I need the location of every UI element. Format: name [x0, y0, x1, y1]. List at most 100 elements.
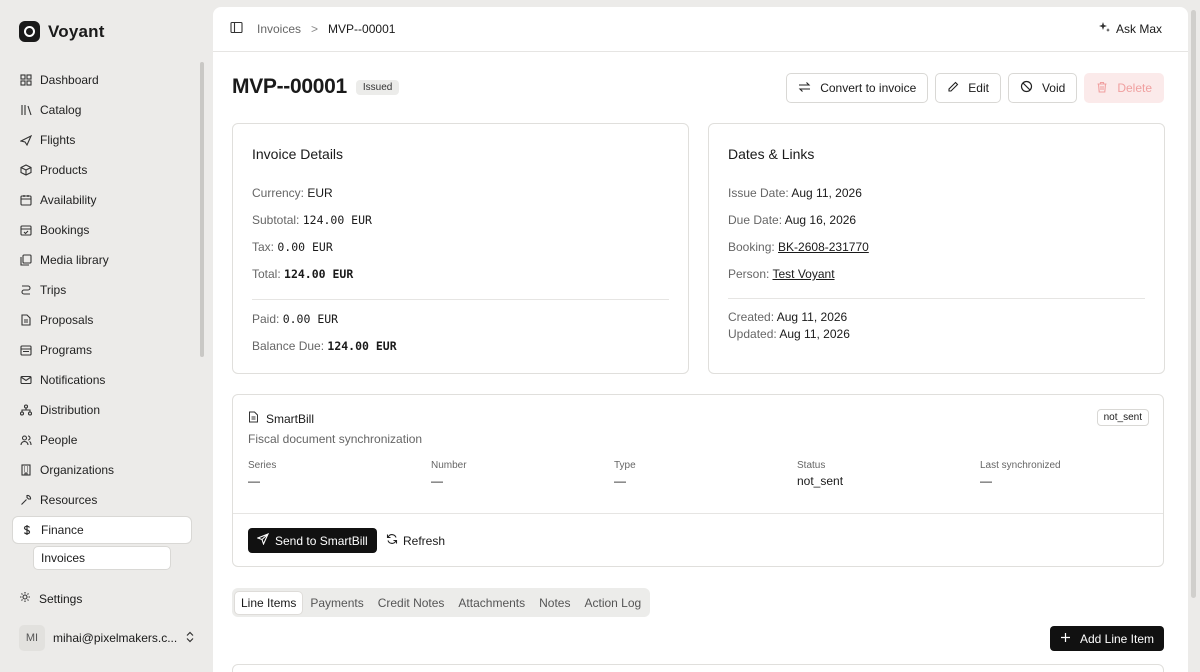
route-icon — [19, 284, 32, 297]
sidebar-item-flights[interactable]: Flights — [12, 125, 192, 155]
sidebar-item-settings[interactable]: Settings — [19, 591, 82, 606]
last-synchronized-label: Last synchronized — [980, 460, 1061, 471]
tab-action-log[interactable]: Action Log — [578, 592, 647, 614]
sidebar-item-people[interactable]: People — [12, 425, 192, 455]
users-icon — [19, 434, 32, 447]
sidebar-item-label: Finance — [41, 523, 84, 537]
brand[interactable]: Voyant — [19, 21, 105, 42]
divider — [233, 513, 1163, 514]
sidebar-item-distribution[interactable]: Distribution — [12, 395, 192, 425]
tab-payments[interactable]: Payments — [304, 592, 369, 614]
account-switcher[interactable]: MI mihai@pixelmakers.c... — [19, 625, 195, 651]
sidebar-item-label: Flights — [40, 133, 76, 147]
person-link[interactable]: Test Voyant — [772, 267, 834, 281]
void-button[interactable]: Void — [1007, 73, 1078, 103]
document-icon — [248, 411, 259, 426]
series-field: Series — — [248, 460, 276, 488]
sidebar-item-label: Trips — [40, 283, 67, 297]
refresh-label: Refresh — [403, 533, 446, 548]
breadcrumb: Invoices > MVP--00001 — [257, 22, 395, 36]
page-scrollbar[interactable] — [1191, 10, 1196, 598]
breadcrumb-invoices[interactable]: Invoices — [257, 22, 301, 36]
created-label: Created: — [728, 310, 775, 324]
delete-label: Delete — [1117, 81, 1152, 95]
status-badge: Issued — [355, 79, 400, 95]
sidebar-subitem-invoices[interactable]: Invoices — [33, 546, 171, 570]
building-icon — [19, 464, 32, 477]
avatar: MI — [19, 625, 45, 651]
updated-row: Updated: Aug 11, 2026 — [728, 327, 850, 341]
divider — [728, 298, 1145, 299]
balance-value: 124.00 EUR — [327, 339, 397, 353]
tab-notes[interactable]: Notes — [533, 592, 576, 614]
ask-max-label: Ask Max — [1115, 22, 1162, 36]
sidebar-item-label: Proposals — [40, 313, 94, 327]
sidebar-item-products[interactable]: Products — [12, 155, 192, 185]
gear-icon — [19, 591, 31, 606]
chevron-up-down-icon — [185, 631, 195, 646]
booking-link[interactable]: BK-2608-231770 — [778, 240, 869, 254]
convert-label: Convert to invoice — [820, 81, 917, 95]
mail-icon — [19, 374, 32, 387]
smartbill-title-text: SmartBill — [266, 411, 315, 426]
calendar-grid-icon — [19, 194, 32, 207]
smartbill-status-badge: not_sent — [1096, 409, 1149, 426]
tab-attachments[interactable]: Attachments — [452, 592, 531, 614]
due-date-row: Due Date: Aug 16, 2026 — [728, 213, 856, 227]
sidebar-toggle-icon[interactable] — [230, 21, 243, 37]
delete-button[interactable]: Delete — [1084, 73, 1164, 103]
type-field: Type — — [614, 460, 636, 488]
page-title: MVP--00001 — [232, 75, 347, 98]
series-value: — — [248, 474, 260, 488]
sidebar-item-finance[interactable]: Finance — [12, 516, 192, 544]
sidebar-item-label: Distribution — [40, 403, 101, 417]
sidebar-item-label: Programs — [40, 343, 93, 357]
last-synchronized-field: Last synchronized — — [980, 460, 1061, 488]
header-actions: Convert to invoice Edit Void Delete — [786, 73, 1164, 103]
sidebar-item-organizations[interactable]: Organizations — [12, 455, 192, 485]
package-icon — [19, 164, 32, 177]
line-items-card — [232, 664, 1164, 672]
sidebar-item-label: Availability — [40, 193, 97, 207]
sidebar-item-proposals[interactable]: Proposals — [12, 305, 192, 335]
paid-row: Paid: 0.00 EUR — [252, 312, 338, 326]
dashboard-icon — [19, 74, 32, 87]
tab-line-items[interactable]: Line Items — [235, 591, 303, 614]
sidebar-item-resources[interactable]: Resources — [12, 485, 192, 515]
sidebar-item-availability[interactable]: Availability — [12, 185, 192, 215]
smartbill-card: SmartBill Fiscal document synchronizatio… — [232, 394, 1164, 567]
ask-max-button[interactable]: Ask Max — [1098, 21, 1162, 37]
add-line-item-button[interactable]: Add Line Item — [1049, 626, 1164, 651]
tab-credit-notes[interactable]: Credit Notes — [372, 592, 451, 614]
edit-button[interactable]: Edit — [935, 73, 1001, 103]
sidebar-item-media-library[interactable]: Media library — [12, 245, 192, 275]
topbar: Invoices > MVP--00001 Ask Max — [213, 7, 1188, 52]
sidebar-item-programs[interactable]: Programs — [12, 335, 192, 365]
total-label: Total: — [252, 267, 281, 281]
created-value: Aug 11, 2026 — [776, 310, 848, 324]
calendar-check-icon — [19, 224, 32, 237]
send-to-smartbill-button[interactable]: Send to SmartBill — [248, 528, 377, 553]
calendar-range-icon — [19, 344, 32, 357]
plus-icon — [1060, 632, 1071, 646]
type-value: — — [614, 474, 626, 488]
sidebar-item-bookings[interactable]: Bookings — [12, 215, 192, 245]
pencil-icon — [947, 81, 959, 96]
sidebar-item-label: Products — [40, 163, 88, 177]
created-row: Created: Aug 11, 2026 — [728, 310, 847, 324]
sidebar-item-notifications[interactable]: Notifications — [12, 365, 192, 395]
convert-to-invoice-button[interactable]: Convert to invoice — [786, 73, 929, 103]
smartbill-subtitle: Fiscal document synchronization — [248, 432, 423, 446]
sidebar-item-catalog[interactable]: Catalog — [12, 95, 192, 125]
balance-row: Balance Due: 124.00 EUR — [252, 339, 397, 353]
paid-value: 0.00 EUR — [282, 312, 339, 326]
updated-label: Updated: — [728, 327, 777, 341]
refresh-icon — [386, 533, 398, 548]
sidebar-item-dashboard[interactable]: Dashboard — [12, 65, 192, 95]
refresh-button[interactable]: Refresh — [386, 533, 445, 548]
currency-label: Currency: — [252, 186, 305, 200]
sidebar-scrollbar[interactable] — [200, 62, 204, 357]
dates-links-heading: Dates & Links — [728, 146, 815, 162]
sidebar-item-trips[interactable]: Trips — [12, 275, 192, 305]
invoice-details-card: Invoice Details Currency: EUR Subtotal: … — [232, 123, 689, 374]
